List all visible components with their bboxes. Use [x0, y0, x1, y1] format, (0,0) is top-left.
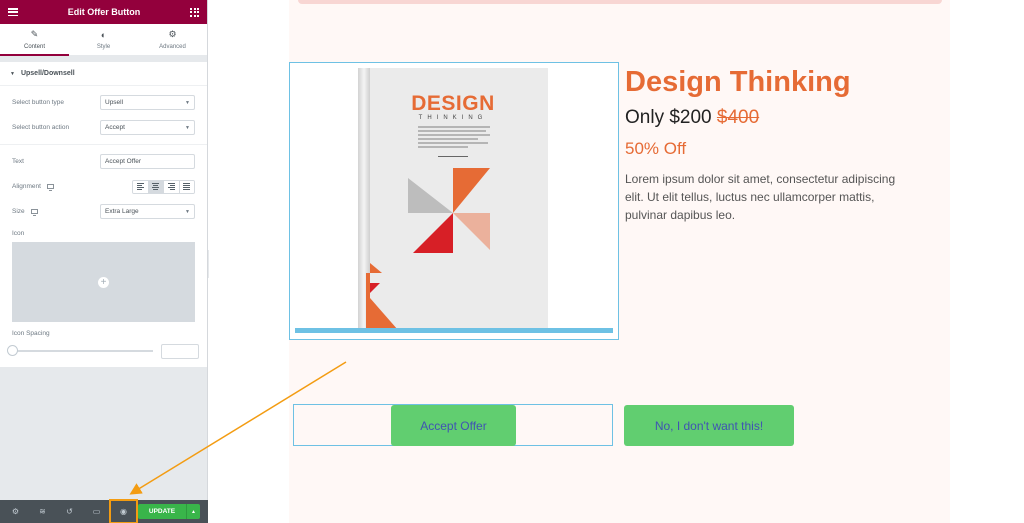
align-left-icon: [136, 183, 144, 190]
price-new: $200: [669, 107, 712, 128]
tab-content[interactable]: ✎ Content: [0, 24, 69, 56]
icon-picker[interactable]: +: [12, 242, 195, 322]
icon-spacing-slider[interactable]: [7, 345, 153, 356]
size-select[interactable]: Extra Large ▼: [100, 204, 195, 219]
align-right-button[interactable]: [164, 180, 180, 193]
caret-down-icon: ▼: [10, 70, 15, 77]
tab-style[interactable]: ◐ Style: [69, 24, 138, 55]
half-circle-icon: ◐: [100, 29, 107, 40]
pinwheel-graphic: [366, 168, 490, 330]
chevron-down-icon: ▼: [185, 208, 190, 215]
alignment-label-wrap: Alignment: [12, 183, 54, 191]
align-center-button[interactable]: [148, 180, 164, 193]
desktop-icon[interactable]: [30, 209, 38, 216]
size-label: Size: [12, 208, 25, 215]
control-button-action: Select button action Accept ▼: [0, 115, 207, 140]
editor-panel: Edit Offer Button ✎ Content ◐ Style ⚙ Ad…: [0, 0, 208, 523]
button-action-label: Select button action: [12, 124, 70, 131]
desktop-icon[interactable]: [46, 184, 54, 191]
tab-advanced[interactable]: ⚙ Advanced: [138, 24, 207, 55]
history-icon: ↺: [66, 507, 73, 516]
button-action-select[interactable]: Accept ▼: [100, 120, 195, 135]
button-type-label: Select button type: [12, 99, 65, 106]
control-size: Size Extra Large ▼: [0, 199, 207, 224]
discount-label: 50% Off: [625, 139, 687, 158]
product-price: Only $200 $400: [625, 107, 759, 129]
panel-title: Edit Offer Button: [67, 7, 141, 17]
section-title: Upsell/Downsell: [20, 70, 75, 77]
align-justify-icon: [183, 183, 191, 190]
icon-spacing-control: [0, 342, 207, 360]
caret-up-icon: ▲: [191, 508, 196, 515]
chevron-down-icon: ▼: [185, 124, 190, 131]
history-button[interactable]: ↺: [56, 500, 83, 523]
panel-tabs: ✎ Content ◐ Style ⚙ Advanced: [0, 24, 207, 56]
product-image-widget[interactable]: DESIGN THINKING: [289, 62, 619, 340]
top-banner-edge: [298, 0, 942, 4]
size-label-wrap: Size: [12, 208, 38, 216]
text-input[interactable]: Accept Offer: [100, 154, 195, 169]
align-right-icon: [167, 183, 175, 190]
alignment-choices: [132, 179, 195, 194]
pencil-icon: ✎: [30, 29, 39, 39]
control-text: Text Accept Offer: [0, 149, 207, 174]
responsive-mode-button[interactable]: ▭: [83, 500, 110, 523]
control-button-type: Select button type Upsell ▼: [0, 90, 207, 115]
section-toggle[interactable]: ▼ Upsell/Downsell: [0, 62, 207, 86]
responsive-icon: ▭: [92, 507, 101, 516]
gear-icon: ⚙: [11, 507, 20, 516]
preview-button[interactable]: ◉: [109, 499, 138, 523]
chevron-down-icon: ▼: [185, 99, 190, 106]
text-label: Text: [12, 158, 24, 165]
alignment-label: Alignment: [12, 183, 41, 190]
plus-icon: +: [98, 276, 109, 288]
decline-offer-button[interactable]: No, I don't want this!: [624, 405, 794, 446]
widgets-grid-icon[interactable]: [190, 7, 199, 17]
slider-handle[interactable]: [7, 345, 18, 356]
icon-spacing-input[interactable]: [161, 343, 199, 359]
icon-label: Icon: [12, 230, 25, 237]
button-type-select[interactable]: Upsell ▼: [100, 95, 195, 110]
navigator-button[interactable]: ≋: [29, 500, 56, 523]
size-value: Extra Large: [105, 208, 139, 215]
align-left-button[interactable]: [133, 180, 149, 193]
tab-style-label: Style: [96, 43, 111, 50]
book-cover-image: DESIGN THINKING: [358, 68, 548, 330]
menu-icon[interactable]: [8, 8, 18, 16]
product-title: Design Thinking: [625, 66, 851, 98]
divider: [0, 144, 207, 145]
control-alignment: Alignment: [0, 174, 207, 199]
price-old: $400: [716, 107, 760, 128]
tab-advanced-label: Advanced: [159, 44, 186, 50]
eye-icon: ◉: [120, 507, 127, 516]
panel-footer: ⚙ ≋ ↺ ▭ ◉ UPDATE ▲: [0, 499, 208, 523]
gear-icon: ⚙: [168, 29, 177, 39]
settings-button[interactable]: ⚙: [2, 500, 29, 523]
image-underline-bar: [295, 328, 613, 333]
update-button[interactable]: UPDATE: [138, 504, 186, 519]
layers-icon: ≋: [39, 507, 46, 516]
tab-content-label: Content: [23, 44, 45, 50]
product-description: Lorem ipsum dolor sit amet, consectetur …: [625, 172, 896, 222]
align-justify-button[interactable]: [179, 180, 194, 193]
align-center-icon: [152, 183, 160, 190]
button-type-value: Upsell: [105, 99, 124, 106]
upsell-section: ▼ Upsell/Downsell Select button type Ups…: [0, 62, 207, 367]
accept-offer-button[interactable]: Accept Offer: [391, 405, 516, 446]
update-options-button[interactable]: ▲: [186, 504, 200, 519]
price-prefix: Only: [625, 107, 670, 128]
button-action-value: Accept: [105, 124, 125, 131]
panel-header: Edit Offer Button: [0, 0, 207, 24]
icon-spacing-label: Icon Spacing: [12, 330, 50, 337]
